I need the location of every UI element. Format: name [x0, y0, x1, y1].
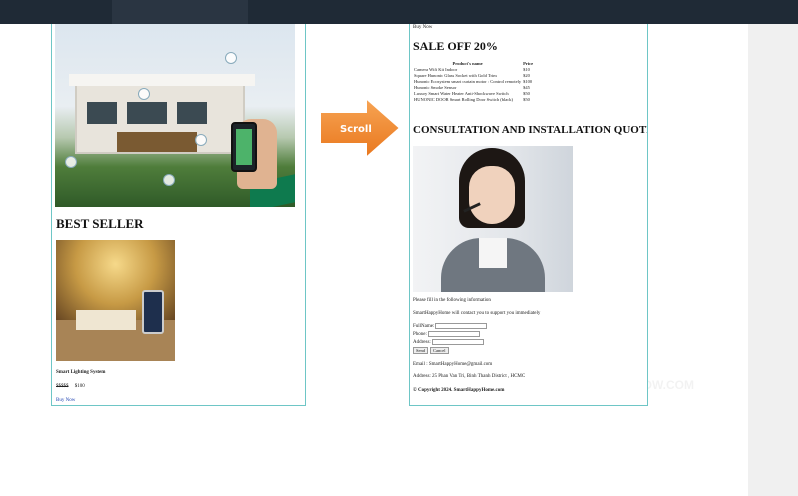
scroll-arrow-icon: Scroll [319, 96, 402, 160]
address-input[interactable] [431, 339, 484, 345]
phone-label: Phone: [413, 332, 427, 338]
top-buy-now-link[interactable]: Buy Now [413, 25, 432, 30]
contact-address: Address: 25 Phan Van Tri, Binh Thanh Dis… [413, 374, 526, 379]
form-note: SmartHappyHome will contact you to suppo… [413, 311, 541, 316]
customer-support-image [413, 146, 573, 292]
scroll-arrow-label: Scroll [340, 124, 372, 135]
form-buttons: Send Cancel [413, 347, 451, 354]
phone-input[interactable] [427, 331, 480, 337]
left-page-preview: BEST SELLER Smart Lighting System $$$$$ … [51, 24, 306, 406]
right-side-panel [748, 24, 798, 496]
consultation-heading: CONSULTATION AND INSTALLATION QUOTE [413, 124, 648, 136]
send-button[interactable]: Send [413, 347, 428, 354]
cctv-icon [225, 52, 237, 64]
product-price-row: $$$$$ $100 [56, 384, 85, 389]
top-bar-tab[interactable] [112, 0, 248, 24]
cancel-button[interactable]: Cancel [430, 347, 449, 354]
copyright-text: © Copyright 2024. SmartHappyHome.com [413, 388, 505, 393]
top-bar [0, 0, 798, 24]
smart-lighting-product-image [56, 240, 175, 361]
fullname-row: FullName: [413, 323, 488, 330]
form-intro: Please fill in the following information [413, 298, 491, 303]
sale-product-table: Product's name Price Camera Wifi Kit Ind… [413, 61, 534, 103]
house-image [69, 74, 255, 154]
lightbulb-icon [138, 88, 150, 100]
fullname-input[interactable] [435, 323, 488, 329]
wifi-icon [65, 156, 77, 168]
table-row: HUNONIC DOOR Smart Rolling Door Switch (… [413, 97, 534, 103]
fullname-label: FullName: [413, 324, 435, 330]
screenshot-stage: FUOVERFLOW.COM FUOVERFLOW.COM BEST SELLE… [0, 0, 798, 496]
price-label: $$$$$ [56, 384, 69, 389]
address-row: Address: [413, 339, 484, 345]
smartphone-icon [142, 290, 164, 334]
buy-now-link[interactable]: Buy Now [56, 398, 75, 403]
best-seller-heading: BEST SELLER [56, 216, 144, 231]
contact-email: Email : SmartHappyHome@gmail.com [413, 362, 493, 367]
right-page-preview: Buy Now SALE OFF 20% Product's name Pric… [409, 24, 648, 406]
thermostat-icon [163, 174, 175, 186]
table-cell: $50 [523, 97, 530, 102]
address-label: Address: [413, 340, 431, 346]
price-value: $100 [74, 384, 85, 389]
lock-icon [195, 134, 207, 146]
smartphone-icon [231, 122, 257, 172]
table-cell: HUNONIC DOOR Smart Rolling Door Switch (… [414, 97, 513, 102]
smart-home-hero-image [55, 24, 295, 207]
phone-row: Phone: [413, 331, 480, 337]
sale-heading: SALE OFF 20% [413, 39, 498, 53]
product-name: Smart Lighting System [56, 370, 106, 375]
